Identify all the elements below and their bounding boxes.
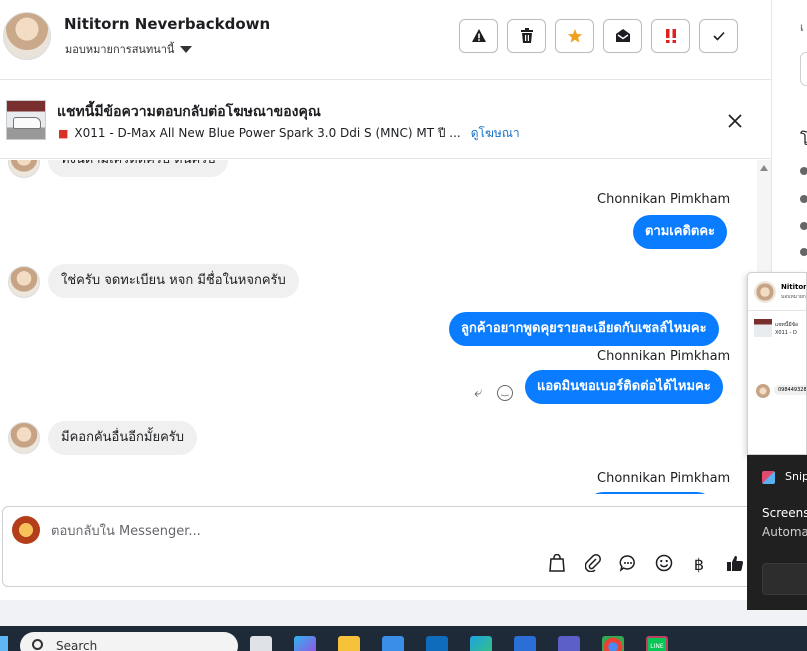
plus-app[interactable]: [514, 636, 536, 651]
message-bubble-outgoing[interactable]: ตามเคดิตคะ: [633, 215, 728, 249]
taskbar-search-text: Search: [56, 639, 98, 651]
panel-heading-fragment: โ: [800, 130, 807, 149]
contact-avatar[interactable]: [3, 12, 51, 60]
conversation-header: Nititorn Neverbackdown มอบหมายการสนทนานี…: [0, 0, 771, 80]
done-button[interactable]: [699, 19, 738, 53]
view-ad-link[interactable]: ดูโฆษณา: [471, 124, 520, 143]
message-bubble-outgoing[interactable]: แอดมินขอเบอร์ติดต่อได้ไหมคะ: [525, 370, 723, 404]
edge-app[interactable]: [470, 636, 492, 651]
popup-message-avatar: [756, 384, 770, 398]
snip-notification-toast[interactable]: Snip Screens Automa: [747, 455, 807, 610]
popup-ad-title: แชทนี้มีข้อ: [775, 322, 799, 328]
paperclip-icon: [584, 554, 601, 573]
warning-icon: [471, 29, 486, 42]
report-button[interactable]: [459, 19, 498, 53]
reply-icon[interactable]: ⤶: [474, 383, 482, 401]
message-bubble-incoming[interactable]: มีคอกคันอื่นอีกมั้ยครับ: [48, 421, 198, 455]
explorer-app[interactable]: [250, 636, 272, 651]
reply-input[interactable]: [51, 520, 651, 542]
folder-app[interactable]: [338, 636, 360, 651]
snipping-tool-icon: [762, 471, 775, 484]
message-bubble-incoming[interactable]: ทั้งนี้ตามเครดิตครับ ต้นครับ: [48, 160, 229, 177]
check-icon: [712, 31, 725, 41]
ad-subtitle-text: X011 - D-Max All New Blue Power Spark 3.…: [74, 126, 461, 140]
baht-icon: ฿: [693, 555, 705, 574]
mark-read-button[interactable]: [603, 19, 642, 53]
start-button[interactable]: [0, 636, 8, 651]
reply-composer: ฿: [2, 506, 757, 587]
scroll-up-arrow-icon[interactable]: [760, 165, 768, 171]
agent-name: Chonnikan Pimkham: [597, 471, 731, 486]
assign-conversation-dropdown[interactable]: มอบหมายการสนทนานี้: [65, 40, 193, 58]
messenger-inbox-window: Nititorn Neverbackdown มอบหมายการสนทนานี…: [0, 0, 807, 651]
payment-button[interactable]: ฿: [688, 554, 710, 576]
customer-avatar[interactable]: [8, 422, 40, 454]
panel-input[interactable]: [800, 52, 807, 86]
popup-divider: [748, 310, 806, 311]
outlook-app[interactable]: [426, 636, 448, 651]
popup-avatar: [754, 281, 776, 303]
store-app[interactable]: [382, 636, 404, 651]
search-icon: [32, 639, 43, 650]
message-thread: ทั้งนี้ตามเครดิตครับ ต้นครับ Chonnikan P…: [0, 160, 757, 494]
ad-reply-banner: แชทนี้มีข้อความตอบกลับต่อโฆษณาของคุณ ■ X…: [0, 81, 771, 159]
toast-title: Screens: [762, 506, 807, 520]
page-avatar: [12, 516, 40, 544]
close-banner-button[interactable]: [724, 110, 746, 132]
mark-read-icon: [615, 29, 630, 42]
attach-button[interactable]: [582, 554, 604, 576]
thumbs-up-icon: [727, 555, 744, 572]
emoji-icon: [655, 554, 673, 572]
copilot-app[interactable]: [294, 636, 316, 651]
taskbar-search-box[interactable]: [20, 632, 238, 651]
toast-action-button[interactable]: [762, 563, 807, 595]
popup-contact-name: Nititorn: [781, 283, 807, 291]
caret-down-icon: [180, 45, 193, 53]
bag-icon: [549, 553, 565, 572]
panel-tag-icon: [800, 222, 807, 230]
emoji-button[interactable]: [653, 554, 675, 576]
windows-taskbar: Search LINE: [0, 626, 807, 651]
customer-avatar[interactable]: [8, 266, 40, 298]
popup-ad-thumbnail: [754, 319, 772, 337]
contact-name[interactable]: Nititorn Neverbackdown: [64, 15, 270, 33]
assign-label: มอบหมายการสนทนานี้: [65, 43, 175, 56]
catalog-button[interactable]: [546, 553, 568, 576]
toast-app-name: Snip: [785, 470, 807, 483]
emoji-react-icon[interactable]: ‿: [497, 385, 513, 401]
truck-icon: ■: [58, 127, 69, 140]
panel-text-fragment: เ: [800, 21, 804, 34]
trash-icon: [520, 28, 533, 43]
message-bubble-outgoing[interactable]: ลูกค้าอยากพูดคุยรายละเอียดกับเซลล์ไหมคะ: [449, 312, 719, 346]
saved-replies-button[interactable]: [617, 554, 639, 576]
page-footer-strip: [0, 600, 807, 626]
panel-clock-icon: [800, 167, 807, 175]
delete-button[interactable]: [507, 19, 546, 53]
message-bubble-incoming[interactable]: ใช่ครับ จดทะเบียน หจก มีชื่อในหจกครับ: [48, 264, 299, 298]
toast-body: Automa: [762, 525, 807, 539]
panel-link-icon: [800, 248, 807, 256]
popup-assign-label: มอบหมายการ: [781, 294, 806, 300]
chat-bubble-icon: [619, 555, 635, 572]
message-bubble-outgoing[interactable]: [586, 492, 714, 494]
customer-avatar[interactable]: [8, 160, 40, 178]
ad-thumbnail[interactable]: [6, 100, 46, 140]
chat-popup-preview[interactable]: Nititorn มอบหมายการ แชทนี้มีข้อ X011 - D…: [747, 272, 807, 455]
priority-icon: [665, 29, 676, 43]
ad-banner-subtitle: ■ X011 - D-Max All New Blue Power Spark …: [58, 124, 520, 143]
ad-banner-title: แชทนี้มีข้อความตอบกลับต่อโฆษณาของคุณ: [57, 104, 321, 120]
star-button[interactable]: [555, 19, 594, 53]
popup-ad-subtitle: X011 - D: [775, 330, 797, 336]
star-icon: [567, 29, 582, 43]
agent-name: Chonnikan Pimkham: [597, 192, 731, 207]
like-button[interactable]: [724, 554, 746, 576]
close-icon: [728, 114, 742, 128]
priority-button[interactable]: [651, 19, 690, 53]
popup-message-bubble: 098449328: [774, 385, 806, 395]
chrome-app[interactable]: [602, 636, 624, 651]
panel-speaker-icon: [800, 195, 807, 203]
line-app[interactable]: LINE: [646, 636, 668, 651]
teams-app[interactable]: [558, 636, 580, 651]
agent-name: Chonnikan Pimkham: [597, 349, 731, 364]
